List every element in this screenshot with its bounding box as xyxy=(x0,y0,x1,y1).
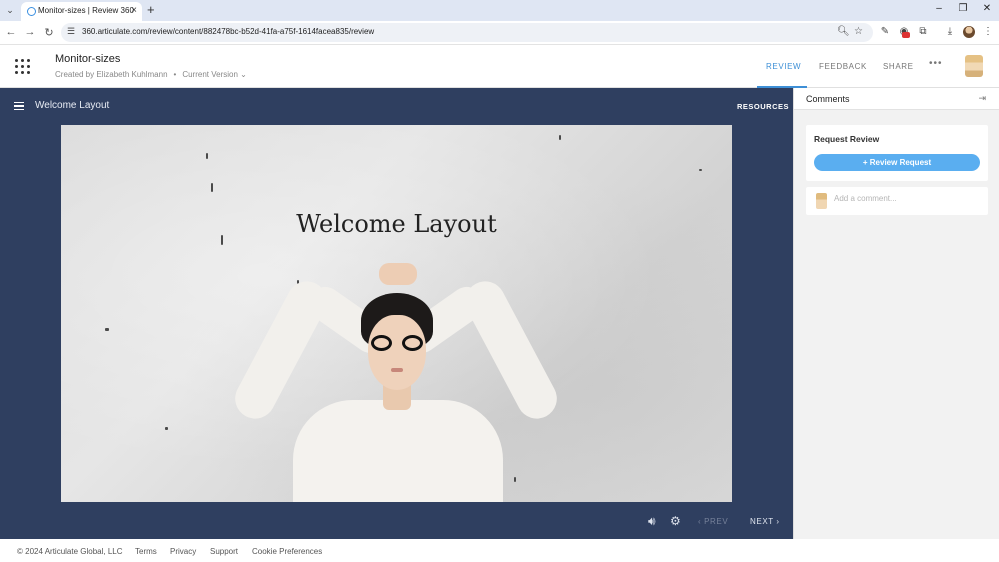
chevron-left-icon: ‹ xyxy=(698,517,702,526)
browser-tab[interactable]: Monitor-sizes | Review 360 × xyxy=(21,2,142,21)
user-avatar[interactable] xyxy=(965,55,983,77)
project-title: Monitor-sizes xyxy=(55,53,121,65)
address-url[interactable]: 360.articulate.com/review/content/882478… xyxy=(82,27,374,36)
project-meta: Created by Elizabeth Kuhlmann • Current Ve… xyxy=(55,70,247,79)
volume-icon[interactable]: 🔊︎ xyxy=(648,514,656,529)
person-face xyxy=(368,315,426,390)
page-footer: © 2024 Articulate Global, LLC Terms Priv… xyxy=(0,539,999,562)
tab-title: Monitor-sizes | Review 360 xyxy=(38,6,134,15)
tab-close-icon[interactable]: × xyxy=(131,5,137,16)
tab-review[interactable]: REVIEW xyxy=(766,62,801,71)
reload-icon[interactable]: ↻ xyxy=(42,26,56,39)
review-heading: Request Review xyxy=(814,134,880,144)
tab-search-icon[interactable]: ⌄ xyxy=(4,4,16,16)
settings-gear-icon[interactable]: ⚙ xyxy=(670,514,681,528)
tab-share[interactable]: SHARE xyxy=(883,62,914,71)
wall-mark xyxy=(211,183,213,192)
zoom-icon[interactable]: 🔍︎ xyxy=(837,26,850,37)
person-hands xyxy=(379,263,417,285)
window-close-icon[interactable]: ✕ xyxy=(980,3,994,14)
comment-input[interactable] xyxy=(834,194,982,203)
browser-menu-icon[interactable]: ⋮ xyxy=(981,26,995,37)
version-dropdown[interactable]: Current Version xyxy=(182,70,238,79)
created-by: Created by Elizabeth Kuhlmann xyxy=(55,70,168,79)
wall-mark xyxy=(206,153,208,159)
tab-feedback[interactable]: FEEDBACK xyxy=(819,62,867,71)
person-body xyxy=(293,400,503,502)
person-lips xyxy=(391,368,403,372)
wall-mark xyxy=(165,427,168,430)
address-bar[interactable]: ☰ 360.articulate.com/review/content/8824… xyxy=(61,23,873,42)
download-icon[interactable]: ⤓ xyxy=(943,26,957,37)
wall-mark xyxy=(559,135,561,140)
browser-tabstrip: ⌄ Monitor-sizes | Review 360 × + – ❐ ✕ xyxy=(0,0,999,21)
forward-icon[interactable]: → xyxy=(23,26,37,38)
meta-separator: • xyxy=(173,70,177,79)
new-tab-icon[interactable]: + xyxy=(147,3,155,17)
next-button[interactable]: NEXT › xyxy=(750,517,780,526)
wall-mark xyxy=(514,477,516,482)
wall-mark xyxy=(699,169,702,171)
copyright: © 2024 Articulate Global, LLC xyxy=(17,547,123,556)
more-options-icon[interactable]: ••• xyxy=(929,58,943,69)
hamburger-menu-icon[interactable] xyxy=(14,102,24,110)
prev-button[interactable]: ‹ PREV xyxy=(698,517,728,526)
comments-header: Comments ⇥ xyxy=(794,88,999,110)
app-launcher-icon[interactable] xyxy=(15,59,30,74)
review-request-button[interactable]: + Review Request xyxy=(814,154,980,171)
review-request-card: Request Review + Review Request xyxy=(806,125,988,181)
commenter-avatar xyxy=(816,193,827,209)
next-label: NEXT xyxy=(750,517,774,526)
extensions-puzzle-icon[interactable]: ⧉ xyxy=(916,26,930,37)
person-glasses xyxy=(371,335,423,351)
favicon-icon xyxy=(27,7,36,16)
restore-icon[interactable]: ❐ xyxy=(956,3,970,14)
slide-canvas: Welcome Layout xyxy=(61,125,732,502)
extension-badge xyxy=(902,32,910,38)
terms-link[interactable]: Terms xyxy=(135,547,157,556)
collapse-panel-icon[interactable]: ⇥ xyxy=(978,93,986,104)
bookmark-star-icon[interactable]: ☆ xyxy=(854,26,863,37)
course-player: Welcome Layout RESOURCES Welcome Layout … xyxy=(0,88,793,539)
chevron-down-icon[interactable]: ⌄ xyxy=(240,70,247,79)
support-link[interactable]: Support xyxy=(210,547,238,556)
wall-mark xyxy=(105,328,109,331)
app-header: Monitor-sizes Created by Elizabeth Kuhlm… xyxy=(0,45,999,88)
slide-name: Welcome Layout xyxy=(35,100,110,111)
browser-toolbar: ← → ↻ ☰ 360.articulate.com/review/conten… xyxy=(0,21,999,45)
comment-composer xyxy=(806,187,988,215)
slide-title: Welcome Layout xyxy=(296,210,497,238)
resources-button[interactable]: RESOURCES xyxy=(737,102,789,111)
site-info-icon[interactable]: ☰ xyxy=(67,26,75,37)
comments-title: Comments xyxy=(806,94,850,104)
chevron-right-icon: › xyxy=(776,517,780,526)
prev-label: PREV xyxy=(704,517,729,526)
comments-panel: Comments ⇥ Request Review + Review Reque… xyxy=(793,88,999,539)
browser-profile-avatar[interactable] xyxy=(963,26,975,38)
minimize-icon[interactable]: – xyxy=(932,3,946,14)
back-icon[interactable]: ← xyxy=(4,26,18,38)
privacy-link[interactable]: Privacy xyxy=(170,547,196,556)
pen-extension-icon[interactable]: ✎ xyxy=(878,26,892,37)
cookie-preferences-link[interactable]: Cookie Preferences xyxy=(252,547,322,556)
